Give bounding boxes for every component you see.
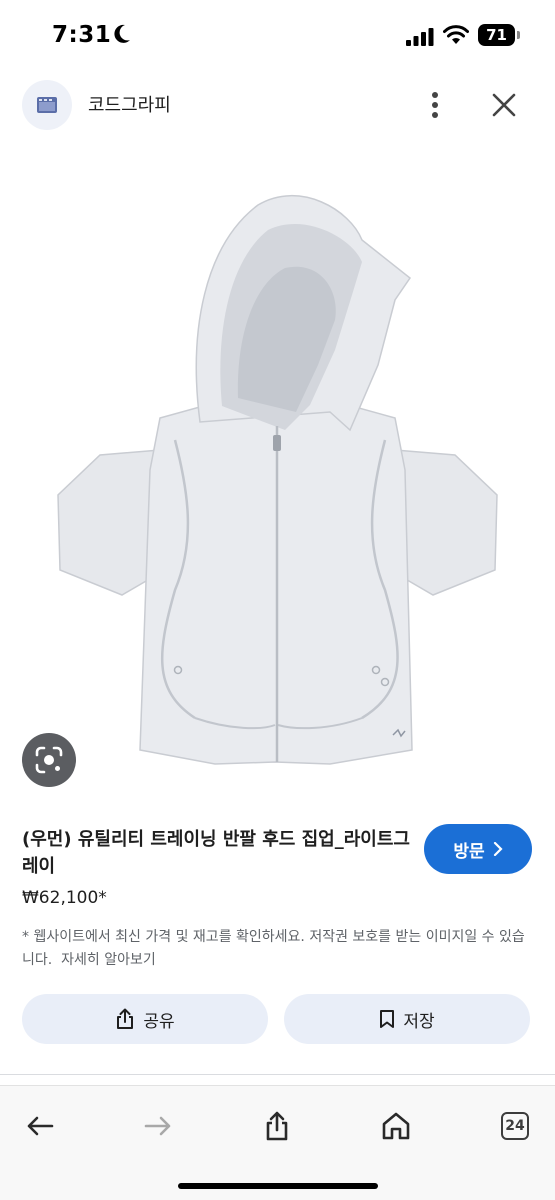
share-icon	[117, 1008, 134, 1029]
close-icon[interactable]	[486, 87, 522, 123]
browser-toolbar: 24	[0, 1085, 555, 1200]
more-vert-icon[interactable]	[420, 85, 450, 125]
home-button[interactable]	[376, 1106, 416, 1146]
lens-search-button[interactable]	[22, 733, 76, 787]
site-favicon	[22, 80, 72, 130]
visit-button[interactable]: 방문	[424, 824, 532, 874]
save-button[interactable]: 저장	[284, 994, 530, 1044]
toolbar-share-button[interactable]	[257, 1106, 297, 1146]
tabs-icon: 24	[501, 1112, 529, 1140]
bookmark-icon	[380, 1010, 395, 1028]
lens-search-icon	[35, 746, 63, 774]
cellular-signal-icon	[406, 28, 434, 46]
product-title[interactable]: (우먼) 유틸리티 트레이닝 반팔 후드 집업_라이트그레이	[22, 826, 412, 880]
forward-button[interactable]	[138, 1106, 178, 1146]
learn-more-link[interactable]: 자세히 알아보기	[61, 952, 156, 968]
product-price: ₩62,100*	[22, 888, 107, 908]
sheet-header: 코드그라피	[0, 75, 555, 135]
save-label: 저장	[403, 1011, 435, 1032]
back-button[interactable]	[20, 1106, 60, 1146]
moon-icon	[114, 24, 130, 43]
share-button[interactable]: 공유	[22, 994, 268, 1044]
battery-level: 71	[478, 24, 515, 46]
product-image[interactable]	[0, 150, 555, 800]
forward-arrow-icon	[144, 1116, 171, 1136]
status-bar: 7:31 71	[0, 0, 555, 70]
back-arrow-icon	[27, 1116, 54, 1136]
home-indicator	[178, 1183, 378, 1189]
visit-label: 방문	[453, 841, 485, 862]
tabs-button[interactable]: 24	[495, 1106, 535, 1146]
divider	[0, 1074, 555, 1075]
home-icon	[382, 1112, 410, 1140]
status-time: 7:31	[52, 22, 112, 48]
wifi-icon	[443, 25, 469, 44]
toolbar-share-icon	[266, 1111, 288, 1141]
share-label: 공유	[143, 1011, 175, 1032]
battery-icon: 71	[478, 24, 520, 46]
site-name[interactable]: 코드그라피	[88, 91, 171, 117]
disclaimer: * 웹사이트에서 최신 가격 및 재고를 확인하세요. 저작권 보호를 받는 이…	[22, 926, 537, 972]
chevron-right-icon	[493, 842, 503, 856]
